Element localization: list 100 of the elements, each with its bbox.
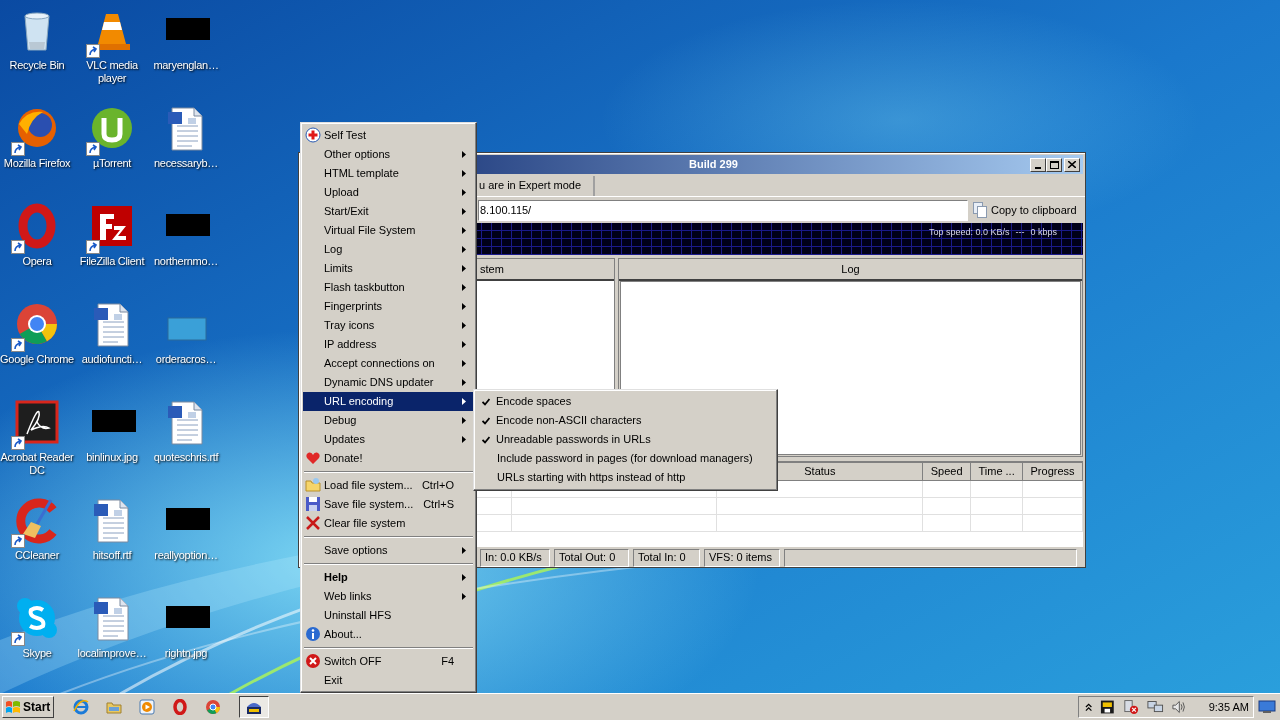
submenu-arrow-icon	[462, 360, 466, 367]
submenu-arrow-icon	[462, 189, 466, 196]
desktop-icon-label[interactable]: µTorrent	[74, 157, 150, 170]
speed-separator: ---	[1015, 226, 1025, 239]
submenu-arrow-icon	[462, 574, 466, 581]
submenu-arrow-icon	[462, 208, 466, 215]
submenu-arrow-icon	[462, 547, 466, 554]
desktop-icon-label[interactable]: orderacros…	[148, 353, 224, 366]
menu-item[interactable]: Clear file system	[303, 514, 474, 533]
desktop-icon-label[interactable]: Opera	[0, 255, 75, 268]
menu-item[interactable]: URL encoding	[303, 392, 474, 411]
floppy-icon	[305, 496, 321, 512]
menu-item[interactable]: Upload	[303, 183, 474, 202]
menu-item[interactable]: Help	[303, 568, 474, 587]
task-button[interactable]	[239, 696, 269, 718]
url-field[interactable]: 8.100.115/	[478, 199, 968, 221]
document-logo-icon[interactable]	[13, 398, 61, 446]
desktop-icon-label[interactable]: VLC media player	[74, 59, 150, 85]
computer-icon[interactable]	[1147, 699, 1164, 715]
browser-e-icon[interactable]	[73, 699, 89, 715]
submenu-arrow-icon	[462, 322, 466, 329]
menu-item[interactable]: Save file system... Ctrl+S	[303, 495, 474, 514]
start-button[interactable]: Start	[2, 696, 54, 718]
status-panel: In: 0.0 KB/s	[480, 548, 550, 567]
menu-item[interactable]: Encode spaces	[476, 392, 775, 411]
desktop-icon-label[interactable]: Recycle Bin	[0, 59, 75, 72]
server-app-icon[interactable]	[1100, 699, 1115, 715]
copy-icon	[973, 202, 987, 218]
menu-item[interactable]: Encode non-ASCII characters	[476, 411, 775, 430]
close-icon	[1068, 161, 1076, 168]
clock[interactable]: 9:35 AM	[1208, 698, 1249, 716]
menu-item[interactable]: Virtual File System	[303, 221, 474, 240]
menu-item[interactable]: Web links	[303, 587, 474, 606]
submenu-arrow-icon	[462, 341, 466, 348]
network-error-icon[interactable]	[1123, 699, 1140, 715]
status-panel: Total In: 0	[633, 548, 700, 567]
column-header[interactable]: Progress	[1023, 463, 1083, 481]
menu-item[interactable]: Uninstall HFS	[303, 606, 474, 625]
submenu-arrow-icon	[462, 265, 466, 272]
menu-item[interactable]: Limits	[303, 259, 474, 278]
menu-item[interactable]: Switch OFF F4	[303, 652, 474, 671]
menu-item[interactable]: Dynamic DNS updater	[303, 373, 474, 392]
menu-item[interactable]: Tray icons	[303, 316, 474, 335]
menu-item[interactable]: Flash taskbutton	[303, 278, 474, 297]
chevron-up-icon[interactable]	[1085, 702, 1093, 712]
top-speed-text: Top speed: 0.0 KB/s	[928, 226, 1010, 239]
menu-item[interactable]: Other options	[303, 145, 474, 164]
minimize-button[interactable]	[1030, 157, 1046, 172]
maximize-icon	[1049, 160, 1059, 169]
menu-item[interactable]: Donate!	[303, 449, 474, 468]
desktop-icon-label[interactable]: Acrobat Reader DC	[0, 451, 75, 477]
show-desktop-icon[interactable]	[1258, 700, 1276, 714]
heart-icon	[305, 450, 321, 466]
submenu-arrow-icon	[462, 398, 466, 405]
power-off-icon	[305, 653, 321, 669]
desktop-icon-label[interactable]: northernmo…	[148, 255, 224, 268]
keyboard-shortcut: F4	[441, 654, 454, 670]
submenu-arrow-icon	[462, 303, 466, 310]
column-header[interactable]: Speed	[923, 463, 972, 481]
menu-item[interactable]: Start/Exit	[303, 202, 474, 221]
status-panel: VFS: 0 items	[704, 548, 780, 567]
menu-item[interactable]: Debug	[303, 411, 474, 430]
menu-item[interactable]: Accept connections on	[303, 354, 474, 373]
desktop-icon-label[interactable]: binlinux.jpg	[74, 451, 150, 464]
panel-title: stem	[480, 261, 504, 277]
desktop-icon-label[interactable]: audiofuncti…	[74, 353, 150, 366]
copy-button[interactable]: Copy to clipboard	[969, 199, 1083, 221]
maximize-button[interactable]	[1046, 157, 1062, 172]
submenu-arrow-icon	[462, 436, 466, 443]
menu-item[interactable]: Load file system... Ctrl+O	[303, 476, 474, 495]
close-button[interactable]	[1064, 157, 1080, 172]
desktop-icon-label[interactable]: maryenglan…	[148, 59, 224, 72]
x-mark-icon	[305, 515, 321, 531]
menu-item[interactable]: Updates	[303, 430, 474, 449]
desktop-icon-label[interactable]: FileZilla Client	[74, 255, 150, 268]
menu-item[interactable]: Exit	[303, 671, 474, 690]
submenu-arrow-icon	[462, 417, 466, 424]
info-icon	[305, 626, 321, 642]
desktop-icon-label[interactable]: CCleaner	[0, 549, 75, 562]
submenu-arrow-icon	[462, 170, 466, 177]
submenu-arrow-icon	[462, 284, 466, 291]
menu-item[interactable]: Save options	[303, 541, 474, 560]
menu-item[interactable]: Self Test	[303, 126, 474, 145]
wheel-logo-icon[interactable]	[205, 699, 221, 715]
submenu-arrow-icon	[462, 379, 466, 386]
menu-item[interactable]: IP address	[303, 335, 474, 354]
cross-icon	[305, 127, 321, 143]
desktop-icon-label[interactable]: Mozilla Firefox	[0, 157, 75, 170]
column-header[interactable]: Time ...	[971, 463, 1024, 481]
desktop-icon-label[interactable]: necessaryb…	[148, 157, 224, 170]
menu-item[interactable]: Log	[303, 240, 474, 259]
menu-item[interactable]: About...	[303, 625, 474, 644]
ring-logo-icon[interactable]	[172, 699, 188, 715]
volume-icon[interactable]	[1172, 699, 1187, 715]
submenu-arrow-icon	[462, 246, 466, 253]
menu-item[interactable]: Unreadable passwords in URLs	[476, 430, 775, 449]
desktop-icon-label[interactable]: Google Chrome	[0, 353, 75, 366]
menu-item[interactable]: Fingerprints	[303, 297, 474, 316]
menu-item[interactable]: HTML template	[303, 164, 474, 183]
status-panel: Total Out: 0	[554, 548, 629, 567]
